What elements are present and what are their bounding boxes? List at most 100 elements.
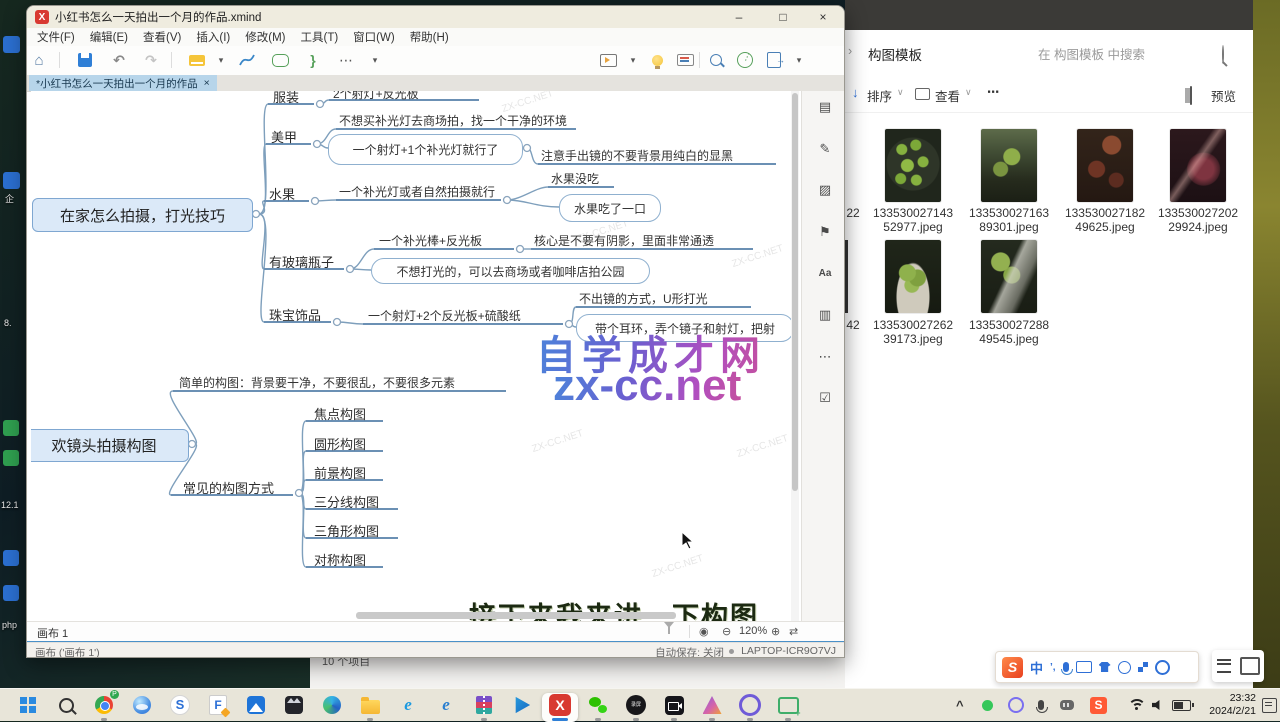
format-panel-button[interactable]: [675, 51, 695, 69]
toolbox-grid-icon[interactable]: [1138, 662, 1148, 672]
topic-branch[interactable]: 美甲: [271, 127, 297, 146]
taskbar-player-icon[interactable]: [509, 692, 535, 718]
tab-close-icon[interactable]: ×: [204, 77, 210, 89]
vertical-scrollbar-thumb[interactable]: [792, 93, 798, 491]
taskbar-cat-app-icon[interactable]: [281, 692, 307, 718]
summary-button[interactable]: }: [303, 51, 323, 69]
chevron-down-icon[interactable]: ▾: [623, 51, 643, 69]
desktop-icon[interactable]: [3, 450, 19, 466]
mindmap-canvas[interactable]: ZX-CC.NET ZX-CC.NET ZX-CC.NET ZX-CC.NET …: [31, 91, 801, 621]
skin-shirt-icon[interactable]: [1099, 662, 1111, 672]
taskbar-chrome-icon[interactable]: P: [91, 692, 117, 718]
notes-icon[interactable]: ▥: [816, 306, 834, 324]
desktop-icon[interactable]: [3, 172, 20, 189]
image-thumbnail[interactable]: [885, 129, 941, 202]
tray-meeting-icon[interactable]: S: [1090, 692, 1107, 718]
sogou-logo-icon[interactable]: S: [1002, 657, 1023, 678]
menu-hamburger-icon[interactable]: [1217, 659, 1231, 673]
taskbar-purple-app-icon[interactable]: [737, 692, 763, 718]
topic-branch[interactable]: 三分线构图: [314, 492, 379, 511]
notification-center-icon[interactable]: [1262, 692, 1277, 718]
taskbar-edge-icon[interactable]: [319, 692, 345, 718]
task-icon[interactable]: ☑: [816, 389, 834, 407]
taskbar-search-icon[interactable]: [53, 692, 79, 718]
more-button[interactable]: ⋯: [987, 84, 1000, 99]
chevron-down-icon[interactable]: ▾: [365, 51, 385, 69]
zoom-out-icon[interactable]: ⊖: [722, 625, 731, 638]
topic-branch[interactable]: 珠宝饰品: [269, 305, 321, 324]
topic-branch[interactable]: 一个射灯+1个补光灯就行了: [328, 134, 523, 165]
share-button[interactable]: [735, 51, 755, 69]
minimize-button[interactable]: –: [722, 6, 756, 28]
topic-branch[interactable]: 水果没吃: [551, 170, 599, 187]
file-item[interactable]: 133530027143 52977.jpeg: [865, 206, 961, 234]
image-thumbnail[interactable]: [1077, 129, 1133, 202]
window-titlebar[interactable]: X 小红书怎么一天拍出一个月的作品.xmind – □ ×: [27, 6, 844, 28]
chinese-mode-icon[interactable]: 中: [1030, 658, 1043, 677]
tray-gamepad-icon[interactable]: [1060, 692, 1074, 718]
topic-branch[interactable]: 简单的构图：背景要干净，不要很乱，不要很多元素: [179, 374, 455, 391]
menu-edit[interactable]: 编辑(E): [90, 29, 128, 45]
relationship-button[interactable]: [237, 51, 257, 69]
sort-button[interactable]: 排序: [867, 86, 892, 105]
menu-view[interactable]: 查看(V): [143, 29, 181, 45]
taskbar-ie-icon[interactable]: e: [395, 692, 421, 718]
nav-forward-icon[interactable]: ›: [848, 44, 852, 58]
export-button[interactable]: [764, 51, 784, 69]
more-tools-button[interactable]: ⋯: [336, 51, 356, 69]
sticker-icon[interactable]: Aa: [816, 265, 834, 283]
taskbar-recorder-icon[interactable]: 录屏: [623, 692, 649, 718]
desktop-icon[interactable]: [3, 36, 20, 53]
vertical-scrollbar-track[interactable]: [791, 91, 799, 621]
horizontal-scrollbar[interactable]: [356, 612, 676, 619]
tray-green-icon[interactable]: [982, 692, 993, 718]
home-button[interactable]: ⌂: [29, 51, 49, 69]
menu-help[interactable]: 帮助(H): [410, 29, 449, 45]
topic-composition-root[interactable]: 欢镜头拍摄构图: [31, 429, 189, 462]
image-thumbnail[interactable]: [981, 240, 1037, 313]
topic-branch[interactable]: 一个射灯+2个反光板+硫酸纸: [368, 307, 521, 324]
taskbar-ie2-icon[interactable]: e: [433, 692, 459, 718]
taskbar-quark-icon[interactable]: [129, 692, 155, 718]
presentation-button[interactable]: [598, 51, 618, 69]
topic-branch[interactable]: 三角形构图: [314, 521, 379, 540]
sheet-button[interactable]: [187, 51, 207, 69]
fit-map-icon[interactable]: ⇄: [789, 625, 798, 638]
topic-branch[interactable]: 有玻璃瓶子: [269, 252, 334, 271]
zoom-in-icon[interactable]: ⊕: [771, 625, 780, 638]
voice-input-icon[interactable]: [1063, 662, 1069, 672]
taskbar-wechat-icon[interactable]: [585, 692, 611, 718]
wifi-icon[interactable]: [1128, 692, 1144, 718]
topic-branch[interactable]: 2个射灯+反光板: [333, 91, 419, 102]
taskbar-mountain-app-icon[interactable]: [699, 692, 725, 718]
volume-icon[interactable]: [1152, 692, 1164, 718]
taskbar-xmind-icon[interactable]: X: [547, 692, 573, 718]
taskbar-screencast-icon[interactable]: [775, 692, 801, 718]
file-item[interactable]: 133530027163 89301.jpeg: [961, 206, 1057, 234]
image-thumbnail[interactable]: [1170, 129, 1226, 202]
topic-branch[interactable]: 注意手出镜的不要背景用纯白的显黑: [541, 147, 733, 164]
emoji-robot-icon[interactable]: [1118, 661, 1131, 674]
marker-flag-icon[interactable]: ⚑: [816, 223, 834, 241]
taskbar-explorer-icon[interactable]: [357, 692, 383, 718]
desktop-icon[interactable]: [3, 585, 19, 601]
taskbar-camera-icon[interactable]: [661, 692, 687, 718]
clock[interactable]: 23:32 2024/2/21: [1198, 692, 1256, 718]
topic-branch[interactable]: 服装: [273, 91, 299, 106]
settings-wheel-icon[interactable]: [1155, 660, 1170, 675]
tray-microphone-icon[interactable]: [1038, 692, 1044, 718]
file-item[interactable]: 133530027262 39173.jpeg: [865, 318, 961, 346]
comment-icon[interactable]: ⋯: [816, 348, 834, 366]
file-item[interactable]: 133530027288 49545.jpeg: [961, 318, 1057, 346]
zoom-search-button[interactable]: [706, 51, 726, 69]
preview-icon[interactable]: [1190, 86, 1192, 105]
boundary-button[interactable]: [270, 51, 290, 69]
preview-button[interactable]: 预览: [1211, 86, 1236, 105]
close-button[interactable]: ×: [806, 6, 840, 28]
taskbar-photos-icon[interactable]: [243, 692, 269, 718]
battery-icon[interactable]: [1172, 692, 1191, 718]
menu-window[interactable]: 窗口(W): [353, 29, 395, 45]
topic-branch[interactable]: 不想买补光灯去商场拍，找一个干净的环境: [339, 112, 567, 129]
topic-lighting-root[interactable]: 在家怎么拍摄，打光技巧: [32, 198, 253, 232]
maximize-button[interactable]: □: [766, 6, 800, 28]
